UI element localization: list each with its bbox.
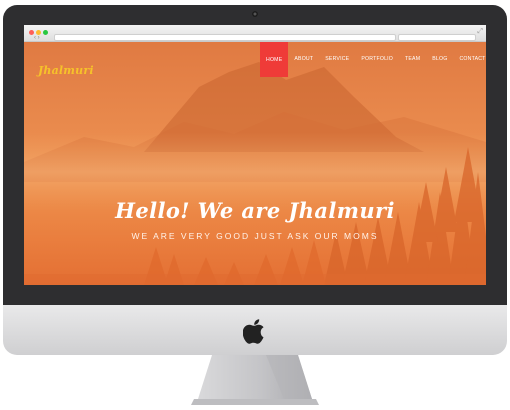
hero-title: Hello! We are Jhalmuri xyxy=(115,198,395,223)
site-logo[interactable]: Jhalmuri xyxy=(38,64,94,77)
main-navigation: HOME ABOUT SERVICE PORTFOLIO TEAM BLOG C… xyxy=(260,42,486,82)
screen: ‹ › ⤢ Jhalmuri HOME ABOUT SERVICE PORTFO… xyxy=(24,25,486,285)
nav-blog[interactable]: BLOG xyxy=(426,42,453,76)
nav-portfolio[interactable]: PORTFOLIO xyxy=(355,42,399,76)
maximize-window-icon[interactable] xyxy=(43,30,48,35)
fullscreen-icon[interactable]: ⤢ xyxy=(477,28,483,36)
camera-icon xyxy=(252,11,258,17)
nav-about[interactable]: ABOUT xyxy=(288,42,319,76)
nav-service[interactable]: SERVICE xyxy=(319,42,355,76)
nav-team[interactable]: TEAM xyxy=(399,42,426,76)
hero-section: Jhalmuri HOME ABOUT SERVICE PORTFOLIO TE… xyxy=(24,42,486,285)
hero-subtitle: WE ARE VERY GOOD JUST ASK OUR MOMS xyxy=(131,231,379,241)
nav-home[interactable]: HOME xyxy=(260,42,289,77)
back-forward-icon[interactable]: ‹ › xyxy=(34,35,40,41)
browser-toolbar: ‹ › ⤢ xyxy=(24,25,486,42)
nav-contact[interactable]: CONTACT xyxy=(453,42,486,76)
browser-search-field[interactable] xyxy=(398,34,476,41)
apple-logo-icon xyxy=(243,319,264,344)
address-bar[interactable] xyxy=(54,34,396,41)
monitor-stand xyxy=(191,355,319,405)
